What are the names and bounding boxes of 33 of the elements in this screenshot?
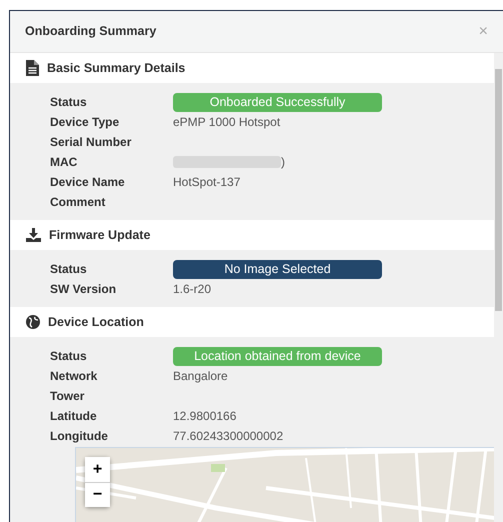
globe-icon <box>26 315 40 329</box>
section-title: Firmware Update <box>49 226 150 244</box>
field-value: 77.60243300000002 <box>173 428 284 445</box>
field-value: 12.9800166 <box>173 408 236 425</box>
section-title: Device Location <box>48 314 144 331</box>
status-badge: Onboarded Successfully <box>173 92 382 112</box>
field-label: MAC <box>50 154 78 171</box>
field-label: Latitude <box>50 408 98 425</box>
field-label: Network <box>50 368 98 385</box>
field-value: Bangalore <box>173 368 228 385</box>
zoom-out-button[interactable]: − <box>85 482 110 507</box>
field-value: ) <box>281 154 285 171</box>
field-label: Tower <box>50 388 86 405</box>
download-icon <box>26 228 41 242</box>
field-label: Status <box>50 261 88 278</box>
field-label: Comment <box>50 194 106 211</box>
status-badge: No Image Selected <box>173 260 382 278</box>
field-value: HotSpot-137 <box>173 174 240 191</box>
section-title: Basic Summary Details <box>47 60 186 77</box>
dialog-title: Onboarding Summary <box>25 23 156 40</box>
field-label: Serial Number <box>50 134 132 151</box>
field-label: Device Name <box>50 174 126 191</box>
field-label: Longitude <box>50 428 109 445</box>
field-label: SW Version <box>50 281 118 298</box>
status-badge: Location obtained from device <box>173 346 382 366</box>
field-label: Status <box>50 348 88 365</box>
field-value: ePMP 1000 Hotspot <box>173 114 280 131</box>
field-value: 1.6-r20 <box>173 281 212 298</box>
document-icon <box>26 60 39 76</box>
zoom-in-button[interactable]: + <box>85 457 110 482</box>
scrollbar-thumb[interactable] <box>495 69 502 311</box>
field-label: Device Type <box>50 114 120 131</box>
field-label: Status <box>50 94 88 111</box>
